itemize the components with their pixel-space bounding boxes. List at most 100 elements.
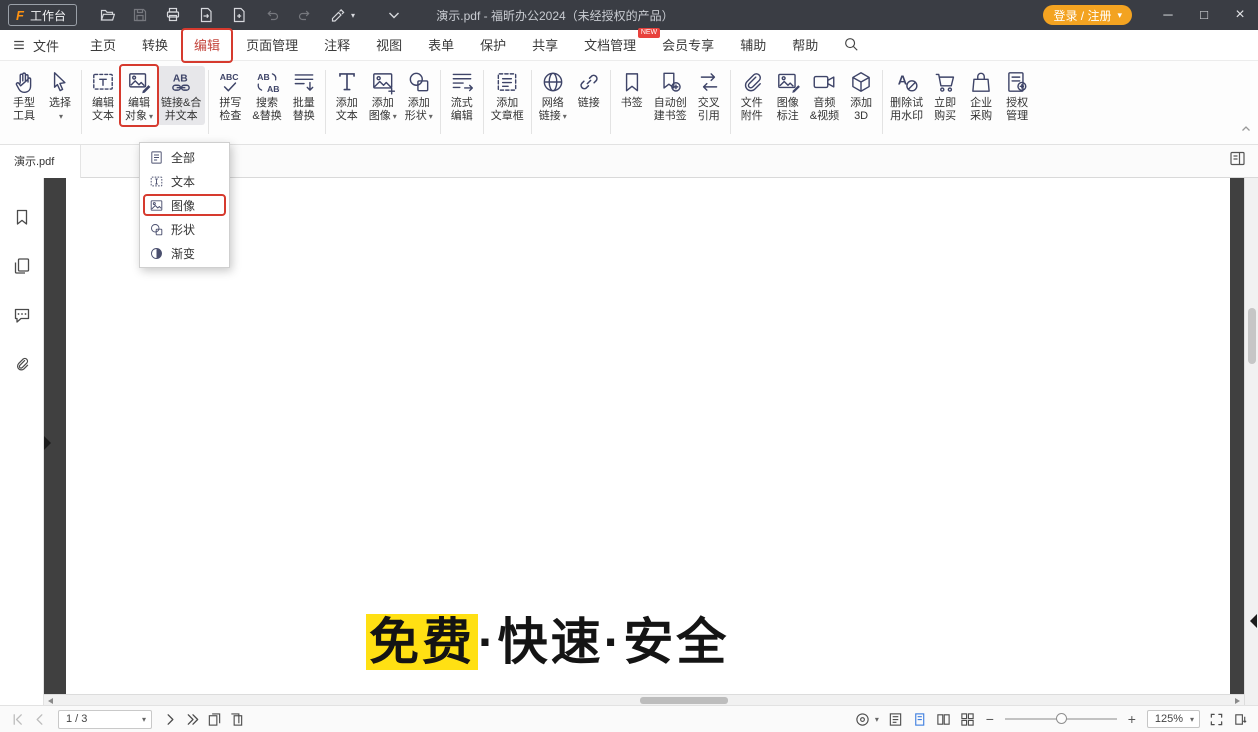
audio-video-button[interactable]: 音频 &视频 xyxy=(806,66,843,125)
add-article-box-button[interactable]: 添加 文章框 xyxy=(487,66,528,125)
enterprise-purchase-button[interactable]: 企业 采购 xyxy=(963,66,999,125)
search-button[interactable] xyxy=(843,36,859,55)
menu-item-shape[interactable]: 形状 xyxy=(140,217,229,241)
page-panel-toggle[interactable] xyxy=(1229,150,1246,172)
maximize-button[interactable]: □ xyxy=(1186,0,1222,30)
panel-collapse-handle-right[interactable] xyxy=(1250,614,1257,628)
previous-page-icon[interactable] xyxy=(32,712,47,727)
zoom-out-button[interactable]: − xyxy=(984,711,996,727)
tab-view[interactable]: 视图 xyxy=(363,30,415,61)
file-menu[interactable]: 文件 xyxy=(12,36,59,55)
login-button[interactable]: 登录 / 注册 ▾ xyxy=(1043,5,1132,25)
license-manage-button[interactable]: 授权 管理 xyxy=(999,66,1035,125)
zoom-in-button[interactable]: + xyxy=(1126,711,1138,727)
tab-form[interactable]: 表单 xyxy=(415,30,467,61)
save-icon[interactable] xyxy=(132,7,148,23)
tab-protect[interactable]: 保护 xyxy=(467,30,519,61)
bookmarks-panel-button[interactable] xyxy=(13,208,31,231)
tab-home[interactable]: 主页 xyxy=(77,30,129,61)
zoom-slider-thumb[interactable] xyxy=(1056,713,1067,724)
hand-tool-button[interactable]: 手型 工具 xyxy=(6,66,42,125)
batch-replace-button[interactable]: 批量 替换 xyxy=(286,66,322,125)
grid-view-icon[interactable] xyxy=(960,712,975,727)
toc-view-icon[interactable] xyxy=(888,712,903,727)
auto-bookmark-button[interactable]: 自动创 建书签 xyxy=(650,66,691,125)
fullscreen-icon[interactable] xyxy=(1209,712,1224,727)
redo-icon[interactable] xyxy=(297,7,313,23)
zoom-slider[interactable] xyxy=(1005,711,1117,727)
left-panel-bar xyxy=(0,178,44,705)
edit-object-icon xyxy=(126,69,152,95)
add-shape-button[interactable]: 添加 形状▾ xyxy=(401,66,437,125)
zoom-level-combobox[interactable]: 125% ▾ xyxy=(1147,710,1200,728)
last-page-icon[interactable] xyxy=(185,712,200,727)
pages-panel-button[interactable] xyxy=(13,257,31,280)
edit-object-dropdown: 全部 文本 图像 形状 渐变 xyxy=(139,142,230,268)
attachments-panel-button[interactable] xyxy=(13,355,31,378)
spell-check-button[interactable]: ABC 拼写 检查 xyxy=(212,66,248,125)
spell-check-icon: ABC xyxy=(217,69,243,95)
menu-item-all[interactable]: 全部 xyxy=(140,145,229,169)
panel-collapse-handle-left[interactable] xyxy=(44,436,51,450)
previous-view-icon[interactable] xyxy=(207,712,222,727)
add-image-button[interactable]: 添加 图像▾ xyxy=(365,66,401,125)
minimize-button[interactable]: ─ xyxy=(1150,0,1186,30)
menu-item-text[interactable]: 文本 xyxy=(140,169,229,193)
export-pdf-icon[interactable] xyxy=(198,7,214,23)
flow-edit-button[interactable]: 流式 编辑 xyxy=(444,66,480,125)
vertical-scroll-thumb[interactable] xyxy=(1248,308,1256,364)
edit-object-button[interactable]: 编辑 对象▾ xyxy=(121,66,157,125)
tab-edit[interactable]: 编辑 xyxy=(181,30,233,61)
first-page-icon[interactable] xyxy=(10,712,25,727)
page-number-combobox[interactable]: 1 / 3 ▾ xyxy=(58,710,152,729)
two-page-view-icon[interactable] xyxy=(936,712,951,727)
bookmark-button[interactable]: 书签 xyxy=(614,66,650,112)
highlighted-text: 免费 xyxy=(366,614,478,670)
workspace-button[interactable]: F 工作台 xyxy=(8,4,77,26)
tab-doc-manage[interactable]: 文档管理 NEW xyxy=(571,30,649,61)
add-text-button[interactable]: 添加 文本 xyxy=(329,66,365,125)
link-button[interactable]: 链接 xyxy=(571,66,607,112)
file-attachment-button[interactable]: 文件 附件 xyxy=(734,66,770,125)
horizontal-scroll-thumb[interactable] xyxy=(640,697,728,704)
print-icon[interactable] xyxy=(165,7,181,23)
buy-now-button[interactable]: 立即 购买 xyxy=(927,66,963,125)
menu-item-gradient[interactable]: 渐变 xyxy=(140,241,229,265)
tab-help[interactable]: 帮助 xyxy=(779,30,831,61)
cross-reference-button[interactable]: 交叉 引用 xyxy=(691,66,727,125)
tab-convert[interactable]: 转换 xyxy=(129,30,181,61)
comments-panel-button[interactable] xyxy=(13,306,31,329)
file-menu-label: 文件 xyxy=(33,36,59,55)
add-3d-button[interactable]: 添加 3D xyxy=(843,66,879,125)
link-merge-text-button[interactable]: AB 链接&合 并文本 xyxy=(157,66,205,125)
document-tab[interactable]: 演示.pdf xyxy=(0,145,81,178)
edit-text-button[interactable]: 编辑 文本 xyxy=(85,66,121,125)
close-button[interactable]: × xyxy=(1222,0,1258,30)
horizontal-scrollbar[interactable] xyxy=(44,694,1244,705)
menu-item-image[interactable]: 图像 xyxy=(140,193,229,217)
web-link-button[interactable]: 网络 链接▾ xyxy=(535,66,571,125)
read-mode-button[interactable]: ▾ xyxy=(855,712,879,727)
open-file-icon[interactable] xyxy=(99,7,115,23)
tab-assist[interactable]: 辅助 xyxy=(727,30,779,61)
next-view-icon[interactable] xyxy=(229,712,244,727)
search-replace-button[interactable]: ABABC 搜索 &替换 xyxy=(248,66,285,125)
tab-share[interactable]: 共享 xyxy=(519,30,571,61)
next-page-icon[interactable] xyxy=(163,712,178,727)
scroll-right-icon[interactable] xyxy=(1235,698,1240,704)
scroll-mode-icon[interactable] xyxy=(1233,712,1248,727)
remove-watermark-button[interactable]: A 删除试 用水印 xyxy=(886,66,927,125)
tab-comment[interactable]: 注释 xyxy=(311,30,363,61)
tab-member[interactable]: 会员专享 xyxy=(649,30,727,61)
tab-page-manage[interactable]: 页面管理 xyxy=(233,30,311,61)
auto-bookmark-icon xyxy=(657,69,683,95)
scroll-left-icon[interactable] xyxy=(48,698,53,704)
single-page-view-icon[interactable] xyxy=(912,712,927,727)
image-annotation-button[interactable]: 图像 标注 xyxy=(770,66,806,125)
select-tool-button[interactable]: 选择 ▾ xyxy=(42,66,78,125)
pdf-page[interactable]: 免费·快速·安全 xyxy=(66,178,1230,694)
ribbon-collapse-button[interactable] xyxy=(1240,122,1252,140)
undo-icon[interactable] xyxy=(264,7,280,23)
create-pdf-icon[interactable] xyxy=(231,7,247,23)
edit-text-icon xyxy=(90,69,116,95)
